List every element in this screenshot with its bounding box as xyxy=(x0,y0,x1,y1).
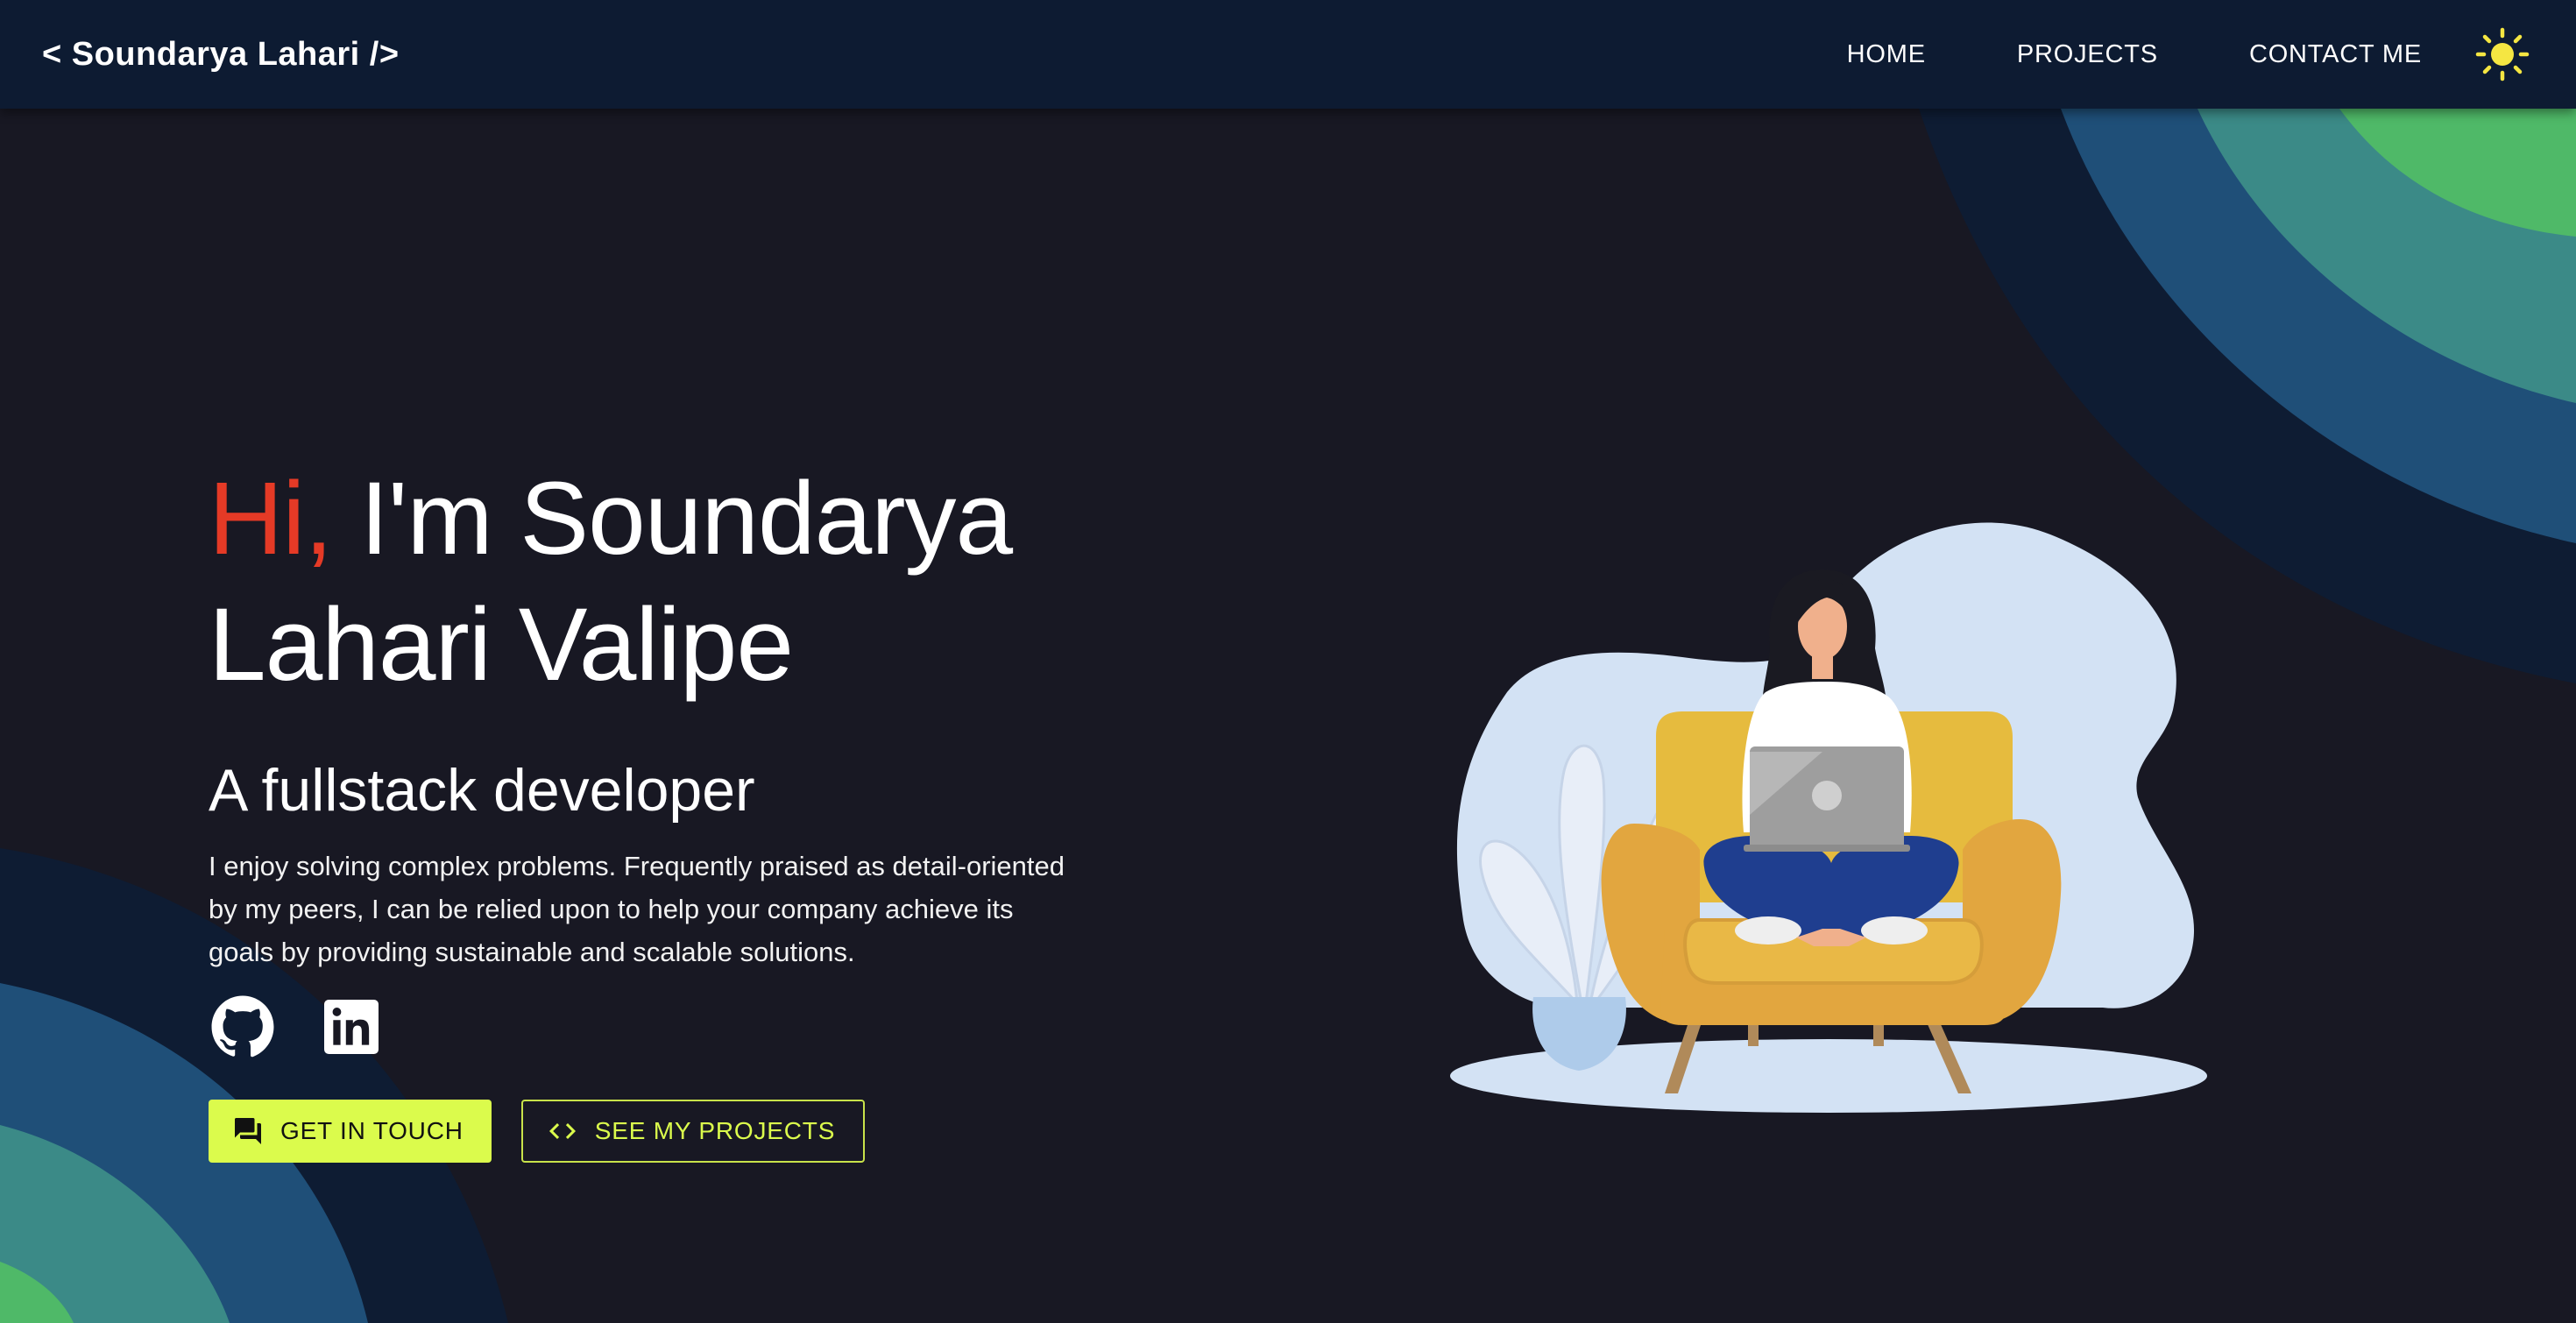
shoe-left xyxy=(1735,916,1801,944)
brand-logo[interactable]: < Soundarya Lahari /> xyxy=(42,36,400,74)
chat-icon xyxy=(231,1114,265,1148)
code-icon xyxy=(546,1114,579,1148)
sun-icon xyxy=(2475,27,2530,81)
top-navbar: < Soundarya Lahari /> HOME PROJECTS CONT… xyxy=(0,0,2576,109)
get-in-touch-button[interactable]: GET IN TOUCH xyxy=(209,1100,492,1163)
laptop-logo xyxy=(1812,781,1842,810)
hero-subtitle: A fullstack developer xyxy=(209,757,755,824)
github-icon xyxy=(211,995,274,1058)
greeting-text: Hi, xyxy=(209,461,333,577)
wave-top-right-blue xyxy=(2061,109,2576,543)
social-links xyxy=(209,993,1102,1061)
hero-section: Hi, I'm Soundarya Lahari Valipe A fullst… xyxy=(209,456,1102,1163)
github-link[interactable] xyxy=(209,993,277,1061)
hero-actions: GET IN TOUCH SEE MY PROJECTS xyxy=(209,1100,1102,1163)
wave-bottom-left-teal xyxy=(0,1125,230,1323)
shoe-right xyxy=(1861,916,1928,944)
theme-toggle-button[interactable] xyxy=(2471,23,2534,86)
hero-bio: I enjoy solving complex problems. Freque… xyxy=(209,851,1065,967)
nav-right: HOME PROJECTS CONTACT ME xyxy=(1847,23,2534,86)
linkedin-link[interactable] xyxy=(317,993,386,1061)
wave-top-right-green xyxy=(2339,109,2576,237)
nav-contact-link[interactable]: CONTACT ME xyxy=(2249,40,2422,69)
wave-top-right-teal xyxy=(2197,109,2576,403)
laptop-base xyxy=(1744,845,1910,852)
see-projects-label: SEE MY PROJECTS xyxy=(594,1117,836,1144)
wave-bottom-left-green xyxy=(0,1262,74,1323)
linkedin-icon xyxy=(324,1000,379,1054)
hero-headline: Hi, I'm Soundarya Lahari Valipe xyxy=(209,456,1102,708)
nav-projects-link[interactable]: PROJECTS xyxy=(2017,40,2158,69)
see-projects-button[interactable]: SEE MY PROJECTS xyxy=(520,1100,866,1163)
nav-links: HOME PROJECTS CONTACT ME xyxy=(1847,40,2422,69)
hero-illustration xyxy=(1450,522,2207,1113)
get-in-touch-label: GET IN TOUCH xyxy=(280,1117,464,1144)
nav-home-link[interactable]: HOME xyxy=(1847,40,1926,69)
